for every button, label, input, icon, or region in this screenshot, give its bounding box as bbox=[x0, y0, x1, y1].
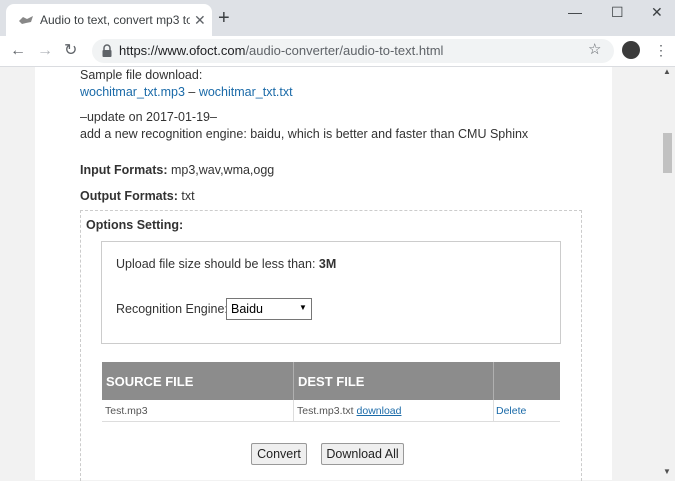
forward-button[interactable]: → bbox=[37, 41, 53, 61]
url-host: https://www.ofoct.com bbox=[119, 43, 246, 58]
delete-link[interactable]: Delete bbox=[496, 405, 526, 417]
engine-label: Recognition Engine: bbox=[116, 302, 228, 316]
table-row: Test.mp3 Test.mp3.txt download Delete bbox=[102, 400, 560, 422]
bookmark-star-icon[interactable]: ☆ bbox=[588, 40, 601, 58]
minimize-button[interactable]: — bbox=[568, 4, 582, 20]
sample-txt-link[interactable]: wochitmar_txt.txt bbox=[199, 85, 293, 99]
scroll-up-arrow-icon[interactable]: ▲ bbox=[663, 67, 671, 76]
files-table-header: SOURCE FILE DEST FILE bbox=[102, 362, 560, 400]
sample-mp3-link[interactable]: wochitmar_txt.mp3 bbox=[80, 85, 185, 99]
lock-icon bbox=[102, 44, 112, 57]
browser-menu-icon[interactable]: ⋮ bbox=[654, 42, 668, 58]
sample-link-separator: – bbox=[184, 85, 199, 99]
scroll-down-arrow-icon[interactable]: ▼ bbox=[663, 467, 671, 476]
close-window-button[interactable]: ✕ bbox=[651, 4, 663, 21]
profile-avatar[interactable] bbox=[622, 41, 640, 59]
header-divider bbox=[493, 362, 494, 400]
chevron-down-icon: ▼ bbox=[299, 303, 307, 312]
upload-limit-value: 3M bbox=[318, 257, 337, 271]
scrollbar[interactable]: ▲ ▼ bbox=[660, 67, 675, 480]
upload-limit: Upload file size should be less than: 3M bbox=[116, 257, 336, 271]
url-path: /audio-converter/audio-to-text.html bbox=[245, 43, 444, 58]
tab-bar: Audio to text, convert mp3 to te ✕ + — ☐… bbox=[0, 0, 675, 36]
update-note: add a new recognition engine: baidu, whi… bbox=[80, 127, 529, 141]
row-divider bbox=[493, 400, 494, 421]
download-link[interactable]: download bbox=[357, 405, 402, 417]
header-divider bbox=[293, 362, 294, 400]
site-favicon-icon bbox=[19, 16, 33, 24]
options-title: Options Setting: bbox=[86, 218, 184, 232]
header-dest-file: DEST FILE bbox=[298, 374, 365, 389]
sample-links: wochitmar_txt.mp3 – wochitmar_txt.txt bbox=[80, 85, 293, 99]
new-tab-button[interactable]: + bbox=[218, 8, 230, 28]
output-formats-value: txt bbox=[177, 189, 195, 203]
download-all-button[interactable]: Download All bbox=[321, 443, 404, 465]
output-formats: Output Formats: txt bbox=[80, 189, 195, 203]
engine-select[interactable]: Baidu ▼ bbox=[226, 298, 312, 320]
tab-title: Audio to text, convert mp3 to te bbox=[40, 13, 190, 27]
reload-button[interactable]: ↻ bbox=[64, 41, 77, 61]
url-text: https://www.ofoct.com/audio-converter/au… bbox=[119, 43, 443, 58]
upload-limit-label: Upload file size should be less than: bbox=[116, 257, 319, 271]
sample-download-label: Sample file download: bbox=[80, 68, 203, 82]
dest-file-name: Test.mp3.txt bbox=[297, 405, 354, 417]
input-formats: Input Formats: mp3,wav,wma,ogg bbox=[80, 163, 274, 177]
row-divider bbox=[293, 400, 294, 421]
back-button[interactable]: ← bbox=[10, 41, 26, 61]
dest-file-cell: Test.mp3.txt download bbox=[297, 405, 401, 417]
output-formats-label: Output Formats: bbox=[80, 189, 178, 203]
source-file-cell: Test.mp3 bbox=[105, 405, 148, 417]
update-date: –update on 2017-01-19– bbox=[80, 110, 217, 124]
input-formats-label: Input Formats: bbox=[80, 163, 168, 177]
input-formats-value: mp3,wav,wma,ogg bbox=[167, 163, 275, 177]
tab-close-icon[interactable]: ✕ bbox=[194, 12, 206, 29]
browser-toolbar: ← → ↻ https://www.ofoct.com/audio-conver… bbox=[0, 36, 675, 67]
engine-selected-value: Baidu bbox=[231, 302, 263, 316]
scrollbar-thumb[interactable] bbox=[663, 133, 672, 173]
convert-button[interactable]: Convert bbox=[251, 443, 307, 465]
address-bar[interactable]: https://www.ofoct.com/audio-converter/au… bbox=[92, 39, 614, 63]
maximize-button[interactable]: ☐ bbox=[611, 4, 624, 21]
header-source-file: SOURCE FILE bbox=[106, 374, 194, 389]
browser-tab[interactable]: Audio to text, convert mp3 to te ✕ bbox=[6, 4, 212, 36]
